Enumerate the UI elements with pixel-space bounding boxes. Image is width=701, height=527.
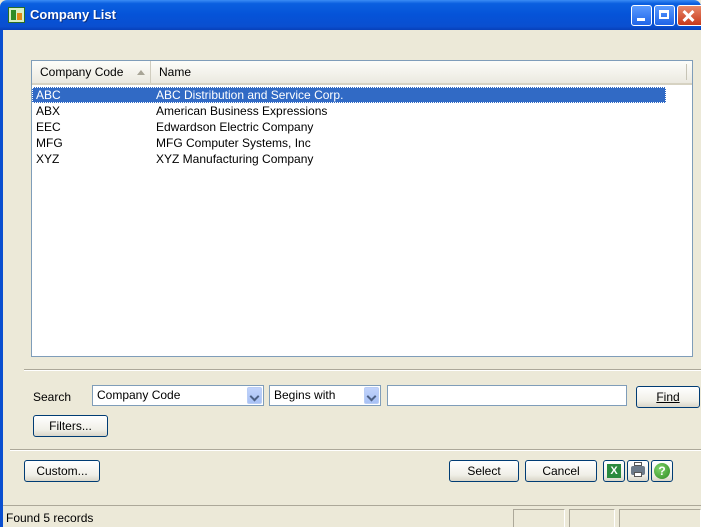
search-field-value: Company Code <box>97 388 181 402</box>
window-title: Company List <box>30 7 116 22</box>
find-label: Find <box>656 390 680 404</box>
help-icon: ? <box>654 463 670 479</box>
header-divider <box>686 64 687 80</box>
status-text: Found 5 records <box>6 511 94 525</box>
chevron-down-icon[interactable] <box>247 387 262 404</box>
cell-company-code: MFG <box>36 136 63 150</box>
cell-name: MFG Computer Systems, Inc <box>156 136 311 150</box>
excel-export-icon: X <box>607 464 621 478</box>
cell-company-code: ABX <box>36 104 61 118</box>
filters-label: Filters... <box>49 419 92 433</box>
cell-name: XYZ Manufacturing Company <box>156 152 314 166</box>
section-divider <box>24 369 701 371</box>
grid-rows: ABC ABC Distribution and Service Corp. A… <box>32 87 692 167</box>
cancel-button[interactable]: Cancel <box>525 460 597 482</box>
cell-name: ABC Distribution and Service Corp. <box>156 88 344 102</box>
table-row[interactable]: EEC Edwardson Electric Company <box>32 119 692 135</box>
print-button[interactable] <box>627 460 649 482</box>
search-operator-select[interactable]: Begins with <box>269 385 381 406</box>
excel-export-button[interactable]: X <box>603 460 625 482</box>
status-pane <box>569 509 615 527</box>
table-row[interactable]: ABX American Business Expressions <box>32 103 692 119</box>
filters-button[interactable]: Filters... <box>33 415 108 437</box>
minimize-button[interactable] <box>631 5 652 26</box>
search-input[interactable] <box>387 385 627 406</box>
maximize-button[interactable] <box>654 5 675 26</box>
column-header-name[interactable]: Name <box>150 61 686 83</box>
cell-company-code: ABC <box>36 88 61 102</box>
section-divider <box>10 449 701 451</box>
select-button[interactable]: Select <box>449 460 519 482</box>
cell-name: Edwardson Electric Company <box>156 120 314 134</box>
app-icon <box>8 7 25 23</box>
company-list-grid[interactable]: Company Code Name ABC ABC Distribution a… <box>31 60 693 357</box>
custom-button[interactable]: Custom... <box>24 460 100 482</box>
help-button[interactable]: ? <box>651 460 673 482</box>
table-row[interactable]: ABC ABC Distribution and Service Corp. <box>32 87 666 103</box>
status-pane <box>619 509 701 527</box>
close-button[interactable] <box>677 5 701 26</box>
cancel-label: Cancel <box>542 464 580 478</box>
cell-company-code: XYZ <box>36 152 60 166</box>
table-row[interactable]: MFG MFG Computer Systems, Inc <box>32 135 692 151</box>
status-bar: Found 5 records <box>3 505 701 527</box>
find-button[interactable]: Find <box>636 386 700 408</box>
sort-ascending-icon <box>137 70 145 75</box>
grid-header: Company Code Name <box>32 61 692 85</box>
column-header-company-code[interactable]: Company Code <box>32 61 150 83</box>
printer-icon <box>631 462 645 477</box>
search-label: Search <box>33 390 72 404</box>
select-label: Select <box>467 464 501 478</box>
title-bar: Company List <box>0 0 701 30</box>
search-operator-value: Begins with <box>274 388 336 402</box>
table-row[interactable]: XYZ XYZ Manufacturing Company <box>32 151 692 167</box>
custom-label: Custom... <box>36 464 88 478</box>
window-frame-edge <box>0 30 3 527</box>
cell-company-code: EEC <box>36 120 61 134</box>
status-pane <box>513 509 565 527</box>
search-field-select[interactable]: Company Code <box>92 385 264 406</box>
cell-name: American Business Expressions <box>156 104 328 118</box>
chevron-down-icon[interactable] <box>364 387 379 404</box>
